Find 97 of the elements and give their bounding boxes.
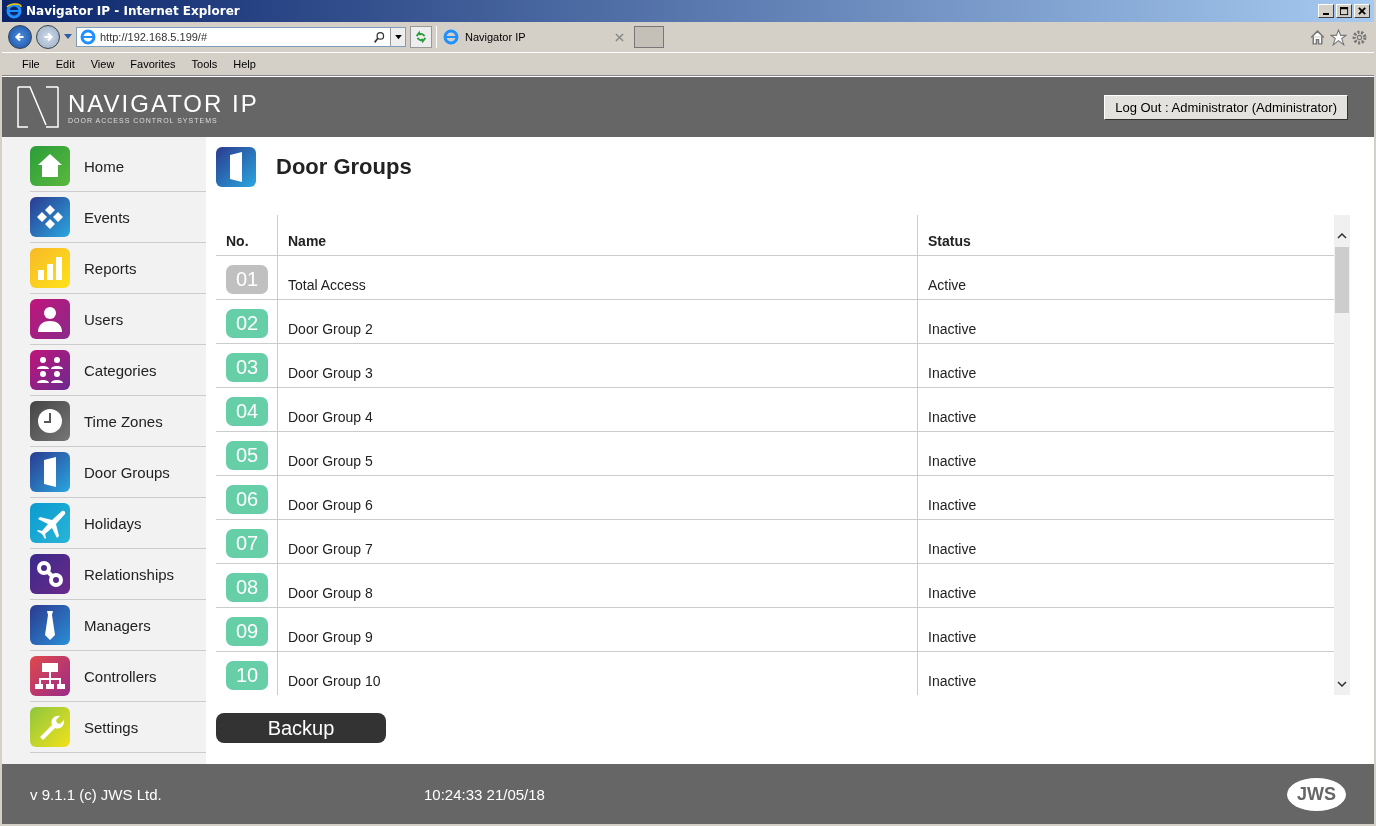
table-cell: Door Group 8 [288,585,373,601]
backup-button[interactable]: Backup [216,713,386,743]
menu-item[interactable]: Help [225,58,264,70]
sidebar-item[interactable]: Managers [84,616,151,634]
network-icon[interactable] [30,656,70,696]
address-bar[interactable]: http://192.168.5.199/# [76,27,406,47]
home-icon[interactable] [1309,28,1326,46]
sidebar-item[interactable]: Relationships [84,565,175,583]
version-text: v 9.1.1 (c) JWS Ltd. [30,785,163,803]
menu-item[interactable]: Edit [47,58,83,70]
sidebar-item[interactable]: Reports [84,259,137,277]
table-cell: Inactive [928,453,977,469]
sidebar-item[interactable]: Categories [84,361,157,379]
table-cell: Door Group 6 [288,497,373,513]
sidebar-item[interactable]: Time Zones [84,412,163,430]
table-cell: Door Group 9 [288,629,373,645]
chain-link-icon[interactable] [30,554,70,594]
sidebar-item[interactable]: Users [84,310,124,328]
clock-icon[interactable] [30,401,70,441]
chevron-down-icon[interactable] [1337,681,1347,687]
scrollbar[interactable] [1334,215,1350,695]
browser-logo-icon [6,3,22,19]
minimize-icon [1323,13,1329,15]
chevron-up-icon[interactable] [1337,233,1347,239]
number-badge: 05 [226,441,268,470]
caret-icon[interactable] [394,34,402,40]
number-badge: 02 [226,309,268,338]
dropdown-caret-icon[interactable] [64,34,72,40]
table-cell: Door Group 7 [288,541,373,557]
sidebar-item[interactable]: Controllers [84,667,157,685]
table-cell: Inactive [928,365,977,381]
menu-item[interactable]: Tools [183,58,226,70]
date-time: 10:24:33 21/05/18 [424,785,546,803]
number-badge: 10 [226,661,268,690]
table-cell: Door Group 4 [288,409,373,425]
close-button[interactable] [1354,4,1370,18]
column-header: Status [928,233,971,249]
forward-button[interactable] [36,25,60,49]
column-header: Name [288,233,327,249]
table-cell: Inactive [928,673,977,689]
table-cell: Inactive [928,585,977,601]
sidebar-item[interactable]: Door Groups [84,463,170,481]
sidebar-item[interactable]: Settings [84,718,139,736]
door-icon [216,147,256,187]
minimize-button[interactable] [1318,4,1334,18]
refresh-button[interactable] [410,26,432,48]
diamonds-icon[interactable] [30,197,70,237]
table-cell: Inactive [928,497,977,513]
airplane-icon[interactable] [30,503,70,543]
table-cell: Door Group 10 [288,673,381,689]
menu-item[interactable]: View [82,58,123,70]
back-button[interactable] [8,25,32,49]
settings-icon[interactable] [1351,28,1368,46]
people-icon[interactable] [30,350,70,390]
arrow-left-icon [13,30,27,44]
logo-text: NAVIGATOR IP [68,90,259,117]
door-icon[interactable] [30,452,70,492]
company-logo: JWS [1287,777,1346,811]
maximize-icon [1339,6,1349,16]
tie-icon[interactable] [30,605,70,645]
house-icon[interactable] [30,146,70,186]
column-header: No. [226,233,249,249]
sidebar-item[interactable]: Holidays [84,514,142,532]
number-badge: 03 [226,353,268,382]
menu-item[interactable]: Favorites [122,58,184,70]
table-cell: Inactive [928,629,977,645]
scrollbar-thumb[interactable] [1335,247,1349,313]
table-cell: Inactive [928,321,977,337]
table-cell: Active [928,277,967,293]
page-title: Door Groups [276,154,412,180]
table-cell: Door Group 5 [288,453,373,469]
browser-tab[interactable]: Navigator IP [436,26,630,48]
star-icon[interactable] [1330,28,1347,46]
logout-button[interactable]: Log Out : Administrator (Administrator) [1104,94,1348,120]
number-badge: 09 [226,617,268,646]
table-cell: Door Group 2 [288,321,373,337]
number-badge: 04 [226,397,268,426]
sidebar-item[interactable]: Home [84,157,124,175]
number-badge: 08 [226,573,268,602]
table-cell: Inactive [928,409,977,425]
browser-logo-icon [80,29,96,45]
close-icon [1357,6,1367,16]
n-logo-icon [16,85,60,129]
maximize-button[interactable] [1336,4,1352,18]
menu-item[interactable]: File [14,58,48,70]
sidebar-item[interactable]: Events [84,208,130,226]
search-icon[interactable] [373,30,386,44]
number-badge: 06 [226,485,268,514]
number-badge: 07 [226,529,268,558]
table-cell: Inactive [928,541,977,557]
refresh-icon [414,30,428,44]
browser-logo-icon [443,29,459,45]
person-icon[interactable] [30,299,70,339]
table-cell: Door Group 3 [288,365,373,381]
number-badge: 01 [226,265,268,294]
table-cell: Total Access [288,277,366,293]
window-title: Navigator IP - Internet Explorer [26,4,240,18]
